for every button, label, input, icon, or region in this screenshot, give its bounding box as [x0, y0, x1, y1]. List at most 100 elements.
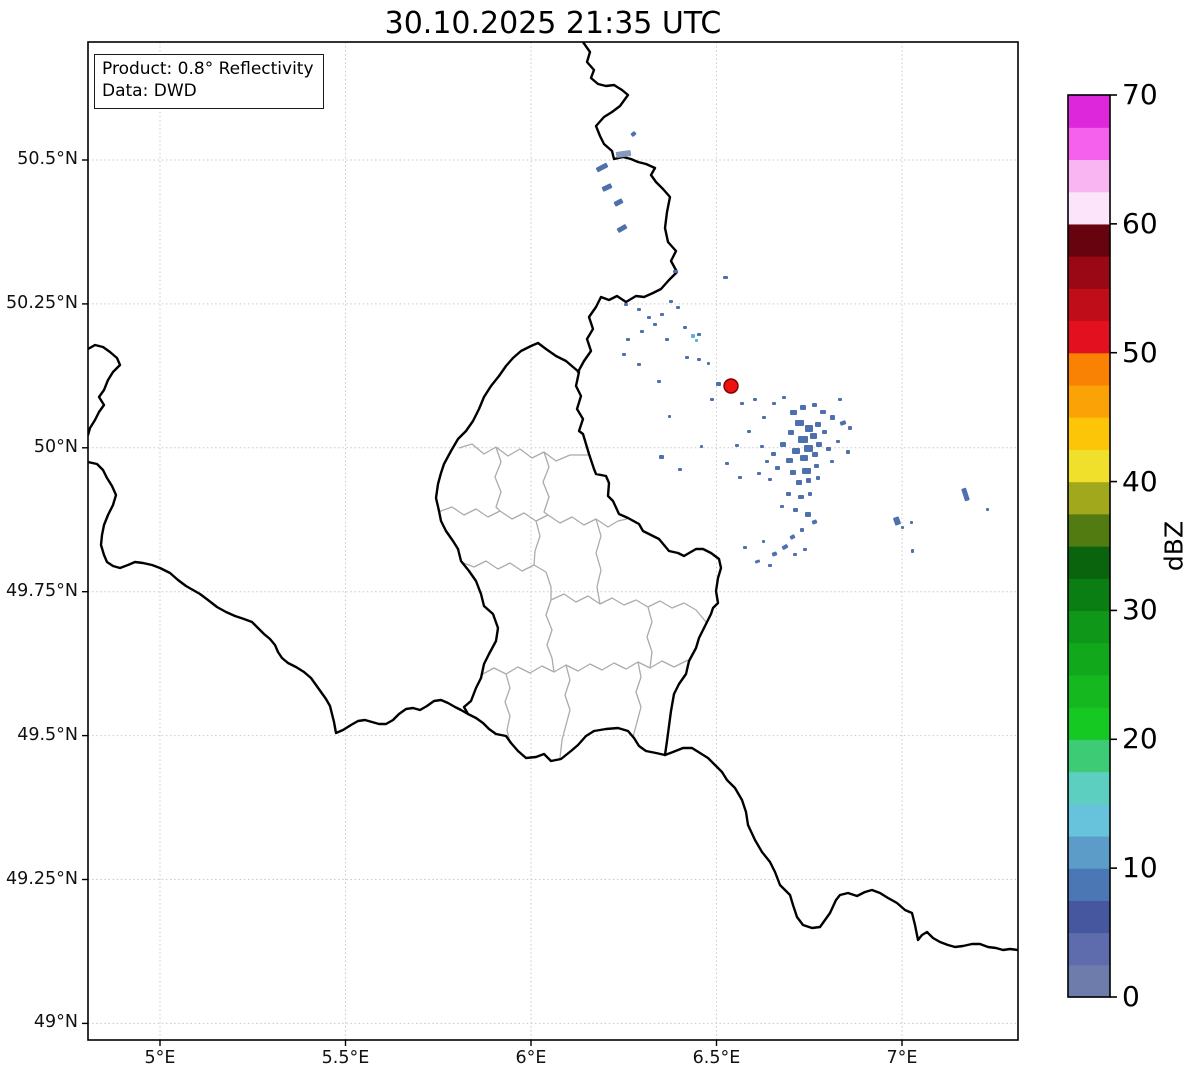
colorbar-tick-label: 40	[1122, 464, 1158, 498]
map-layers	[88, 42, 1018, 1040]
radar-echo	[768, 478, 772, 481]
colorbar-segment	[1068, 932, 1110, 966]
radar-echo	[723, 276, 728, 279]
radar-echo	[805, 425, 813, 432]
radar-echo	[836, 440, 840, 443]
colorbar-segment	[1068, 546, 1110, 579]
radar-echo	[601, 183, 613, 192]
radar-echo	[673, 270, 678, 273]
radar-echo	[735, 444, 739, 447]
radar-echo	[695, 339, 698, 342]
radar-echo	[986, 508, 989, 511]
radar-echo	[595, 162, 609, 173]
product-info-line: Product: 0.8° Reflectivity	[102, 59, 314, 79]
canton-border	[494, 446, 502, 512]
canton-border	[460, 560, 547, 573]
plot-frame	[87, 41, 1019, 1041]
colorbar-segment	[1068, 223, 1110, 257]
radar-echo	[615, 150, 632, 158]
canton-border	[480, 659, 689, 676]
radar-echo	[786, 492, 791, 496]
graticule-layer	[88, 42, 1018, 1040]
radar-echo	[754, 559, 761, 564]
latitude-tick-label: 50°N	[33, 436, 78, 457]
radar-echo	[893, 516, 901, 526]
latitude-tick-label: 50.25°N	[6, 292, 78, 313]
radar-echo	[790, 410, 797, 415]
radar-echo	[622, 353, 626, 356]
latitude-tick-label: 49.25°N	[6, 868, 78, 889]
product-info-box: Product: 0.8° Reflectivity Data: DWD	[94, 54, 324, 109]
colorbar-segment	[1068, 642, 1110, 676]
data-source-line: Data: DWD	[102, 81, 197, 102]
radar-echo	[796, 480, 802, 485]
radar-echo	[790, 470, 796, 475]
radar-echo	[780, 442, 786, 447]
longitude-tick-label: 5.5°E	[321, 1048, 370, 1068]
radar-echo	[810, 433, 817, 439]
radar-echo	[911, 549, 914, 553]
radar-echo	[775, 466, 780, 470]
radar-echo	[795, 420, 804, 426]
radar-echo	[826, 447, 831, 451]
radar-echo	[781, 544, 789, 550]
radar-echo	[716, 382, 721, 386]
colorbar-tick-label: 30	[1122, 593, 1158, 627]
radar-echo	[740, 402, 744, 405]
radar-echo	[798, 436, 808, 443]
country-borders-layer	[88, 42, 1018, 952]
colorbar-segment	[1068, 771, 1110, 805]
radar-echo	[780, 505, 784, 508]
radar-echo	[812, 452, 818, 457]
canton-border	[542, 451, 550, 516]
latitude-tick-label: 49.5°N	[17, 724, 78, 745]
radar-echo	[626, 338, 630, 341]
canton-border	[550, 593, 707, 623]
radar-echo	[676, 306, 680, 309]
radar-echo	[707, 362, 710, 365]
colorbar-segment	[1068, 320, 1110, 354]
radar-echo	[786, 458, 793, 463]
radar-echo	[760, 445, 764, 448]
radar-echo	[800, 455, 808, 461]
radar-echo	[657, 380, 661, 383]
radar-echo	[765, 460, 769, 463]
country-border	[434, 341, 723, 763]
radar-echo	[660, 313, 664, 316]
map-canvas	[82, 41, 1117, 1046]
radar-echo	[771, 452, 776, 456]
colorbar-tick-label: 20	[1122, 722, 1158, 756]
radar-echo	[848, 426, 852, 430]
radar-echo	[683, 326, 687, 329]
radar-echo	[691, 334, 695, 338]
radar-echo	[830, 460, 834, 463]
radar-echo	[771, 551, 778, 557]
colorbar-tick-label: 50	[1122, 335, 1158, 369]
colorbar-segment	[1068, 674, 1110, 708]
radar-echo	[782, 396, 786, 399]
colorbar-segment	[1068, 707, 1110, 740]
radar-site-marker	[723, 378, 739, 394]
colorbar-segment	[1068, 95, 1110, 128]
radar-echo	[669, 300, 673, 303]
radar-echo	[738, 476, 742, 479]
country-border	[576, 42, 679, 374]
colorbar-tick-label: 60	[1122, 206, 1158, 240]
radar-echo	[700, 445, 703, 448]
radar-echo	[822, 430, 827, 434]
colorbar-segment	[1068, 964, 1110, 998]
colorbar-segment	[1068, 288, 1110, 322]
colorbar-segment	[1068, 127, 1110, 161]
colorbar-segment	[1068, 417, 1110, 450]
radar-echo	[804, 445, 813, 452]
colorbar-segment	[1068, 449, 1110, 483]
radar-echo	[640, 330, 644, 333]
radar-echo	[800, 405, 806, 410]
radar-echo	[814, 464, 819, 468]
colorbar-axis-label: dBZ	[1159, 520, 1189, 572]
radar-map-figure: 30.10.2025 21:35 UTC Product: 0.8° Refle…	[0, 0, 1202, 1081]
radar-echo	[820, 410, 826, 414]
radar-echo	[647, 316, 651, 319]
colorbar-segment	[1068, 256, 1110, 289]
radar-echo	[802, 468, 811, 474]
